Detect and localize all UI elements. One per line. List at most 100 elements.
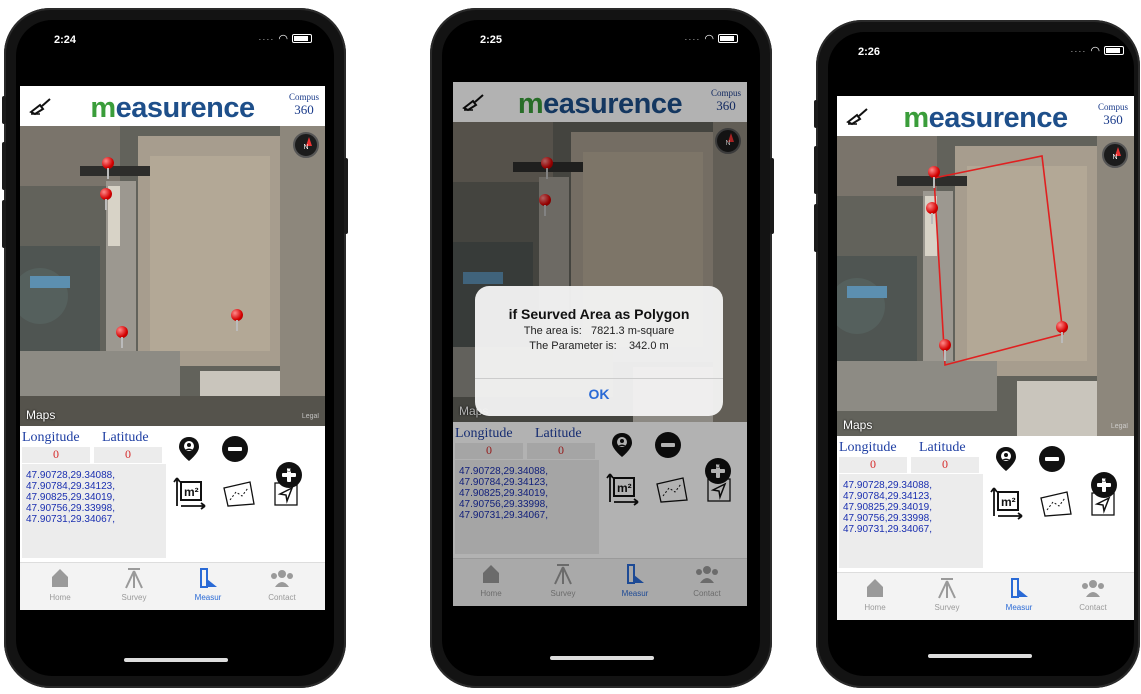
latitude-value: 0 bbox=[94, 447, 162, 463]
signal-icon: ···· bbox=[258, 33, 275, 44]
tab-contact[interactable]: Contact bbox=[252, 567, 312, 602]
longitude-label: Longitude bbox=[839, 440, 897, 455]
tab-survey[interactable]: Survey bbox=[917, 577, 977, 612]
coordinates-panel: Longitude Latitude 0 0 47.90728,29.34088… bbox=[20, 426, 325, 562]
area-m2-button[interactable]: m² bbox=[173, 476, 207, 510]
latitude-value: 0 bbox=[911, 457, 979, 473]
navigate-button[interactable] bbox=[274, 482, 298, 506]
wifi-icon: ◠ bbox=[278, 33, 288, 45]
tab-label-survey: Survey bbox=[121, 593, 147, 602]
app-view-3: measurence Compus 360 N Maps Legal Longi… bbox=[837, 96, 1134, 620]
map-pin[interactable] bbox=[939, 339, 951, 361]
app-view-1: measurence Compus 360 N Maps Legal Longi… bbox=[20, 86, 325, 610]
home-icon bbox=[867, 579, 883, 597]
map-pin[interactable] bbox=[926, 202, 938, 224]
satellite-map[interactable]: N Maps Legal bbox=[20, 126, 325, 426]
tab-bar: Home Survey Measur Contact bbox=[837, 572, 1134, 620]
longitude-value: 0 bbox=[839, 457, 907, 473]
tab-label-survey: Survey bbox=[934, 603, 960, 612]
tab-label-measur: Measur bbox=[194, 593, 222, 602]
longitude-value: 0 bbox=[22, 447, 90, 463]
tab-survey[interactable]: Survey bbox=[104, 567, 164, 602]
app-header: measurence Compus 360 bbox=[837, 96, 1134, 136]
compus-value: 360 bbox=[1103, 112, 1123, 127]
polygon-button[interactable] bbox=[1039, 490, 1073, 518]
survey-tripod-icon bbox=[125, 568, 143, 589]
map-pin[interactable] bbox=[231, 309, 243, 331]
tab-label-measur: Measur bbox=[1005, 603, 1033, 612]
compus-button[interactable]: Compus 360 bbox=[289, 92, 319, 118]
map-pin[interactable] bbox=[1056, 321, 1068, 343]
phone-frame-1: 2:24 ···· ◠ measurence Compus 360 N Maps… bbox=[2, 8, 348, 688]
tab-measur[interactable]: Measur bbox=[178, 567, 238, 602]
phone-frame-2: 2:25 ···· ◠ measurence Compus 360 N Maps… bbox=[430, 8, 774, 688]
wifi-icon: ◠ bbox=[704, 33, 714, 45]
area-result-dialog: if Seurved Area as Polygon The area is: … bbox=[475, 286, 723, 416]
dialog-ok-button[interactable]: OK bbox=[475, 386, 723, 402]
polygon-button[interactable] bbox=[222, 480, 256, 508]
tab-home[interactable]: Home bbox=[30, 567, 90, 602]
point-count: 5 bbox=[1102, 474, 1107, 484]
screen-2: 2:25 ···· ◠ measurence Compus 360 N Maps… bbox=[442, 20, 760, 676]
phone-frame-3: 2:26 ···· ◠ measurence Compus 360 N Maps… bbox=[814, 20, 1140, 688]
status-bar: 2:25 ···· ◠ bbox=[442, 26, 760, 52]
map-pin[interactable] bbox=[928, 166, 940, 188]
coordinates-panel: Longitude Latitude 0 0 47.90728,29.34088… bbox=[837, 436, 1134, 572]
tab-home[interactable]: Home bbox=[845, 577, 905, 612]
battery-icon bbox=[718, 34, 738, 43]
compus-button[interactable]: Compus 360 bbox=[1098, 102, 1128, 128]
brand-logo: measurence bbox=[903, 102, 1068, 134]
compass-icon[interactable]: N bbox=[293, 132, 319, 158]
map-pin[interactable] bbox=[102, 157, 114, 179]
wifi-icon: ◠ bbox=[1090, 45, 1100, 57]
tab-contact[interactable]: Contact bbox=[1063, 577, 1123, 612]
screen-3: 2:26 ···· ◠ measurence Compus 360 N Maps… bbox=[828, 32, 1134, 676]
location-pin-button[interactable] bbox=[995, 446, 1017, 472]
signal-icon: ···· bbox=[684, 33, 701, 44]
coordinate-list: 47.90728,29.34088, 47.90784,29.34123, 47… bbox=[22, 464, 166, 558]
home-indicator bbox=[124, 658, 228, 662]
legal-link[interactable]: Legal bbox=[1111, 423, 1128, 430]
apple-maps-label: Maps bbox=[843, 418, 873, 432]
compass-icon[interactable]: N bbox=[1102, 142, 1128, 168]
compass-label: N bbox=[1112, 154, 1118, 161]
apple-maps-label: Maps bbox=[26, 408, 56, 422]
point-count: 5 bbox=[287, 464, 292, 474]
status-time: 2:24 bbox=[54, 34, 77, 46]
tab-label-home: Home bbox=[864, 603, 886, 612]
navigate-button[interactable] bbox=[1091, 492, 1115, 516]
signal-icon: ···· bbox=[1070, 45, 1087, 56]
longitude-label: Longitude bbox=[22, 430, 80, 445]
coordinate-list: 47.90728,29.34088, 47.90784,29.34123, 47… bbox=[839, 474, 983, 568]
location-pin-button[interactable] bbox=[178, 436, 200, 462]
status-time: 2:26 bbox=[858, 46, 881, 58]
compus-value: 360 bbox=[294, 102, 314, 117]
satellite-map[interactable]: N Maps Legal bbox=[837, 136, 1134, 436]
compus-label: Compus bbox=[1097, 102, 1128, 112]
dialog-area-line: The area is: 7821.3 m-square bbox=[523, 325, 675, 337]
map-pin[interactable] bbox=[100, 188, 112, 210]
zoom-out-button[interactable] bbox=[222, 436, 248, 462]
status-time: 2:25 bbox=[480, 34, 503, 46]
svg-text:m²: m² bbox=[1001, 495, 1016, 509]
app-view-2: measurence Compus 360 N Maps Longitude L… bbox=[453, 82, 747, 606]
brand-logo: measurence bbox=[90, 92, 255, 124]
map-pin[interactable] bbox=[116, 326, 128, 348]
latitude-label: Latitude bbox=[102, 430, 149, 445]
tab-label-home: Home bbox=[49, 593, 71, 602]
app-header: measurence Compus 360 bbox=[20, 86, 325, 126]
legal-link[interactable]: Legal bbox=[302, 413, 319, 420]
home-icon bbox=[52, 569, 68, 587]
home-indicator bbox=[928, 654, 1032, 658]
latitude-label: Latitude bbox=[919, 440, 966, 455]
dialog-parameter-line: The Parameter is: 342.0 m bbox=[529, 340, 669, 352]
battery-icon bbox=[292, 34, 312, 43]
area-m2-button[interactable]: m² bbox=[990, 486, 1024, 520]
tab-label-contact: Contact bbox=[1079, 603, 1107, 612]
screen-1: 2:24 ···· ◠ measurence Compus 360 N Maps… bbox=[16, 20, 334, 676]
zoom-out-button[interactable] bbox=[1039, 446, 1065, 472]
tab-measur[interactable]: Measur bbox=[989, 577, 1049, 612]
contact-people-icon bbox=[1082, 580, 1104, 597]
battery-icon bbox=[1104, 46, 1124, 55]
home-indicator bbox=[550, 656, 654, 660]
